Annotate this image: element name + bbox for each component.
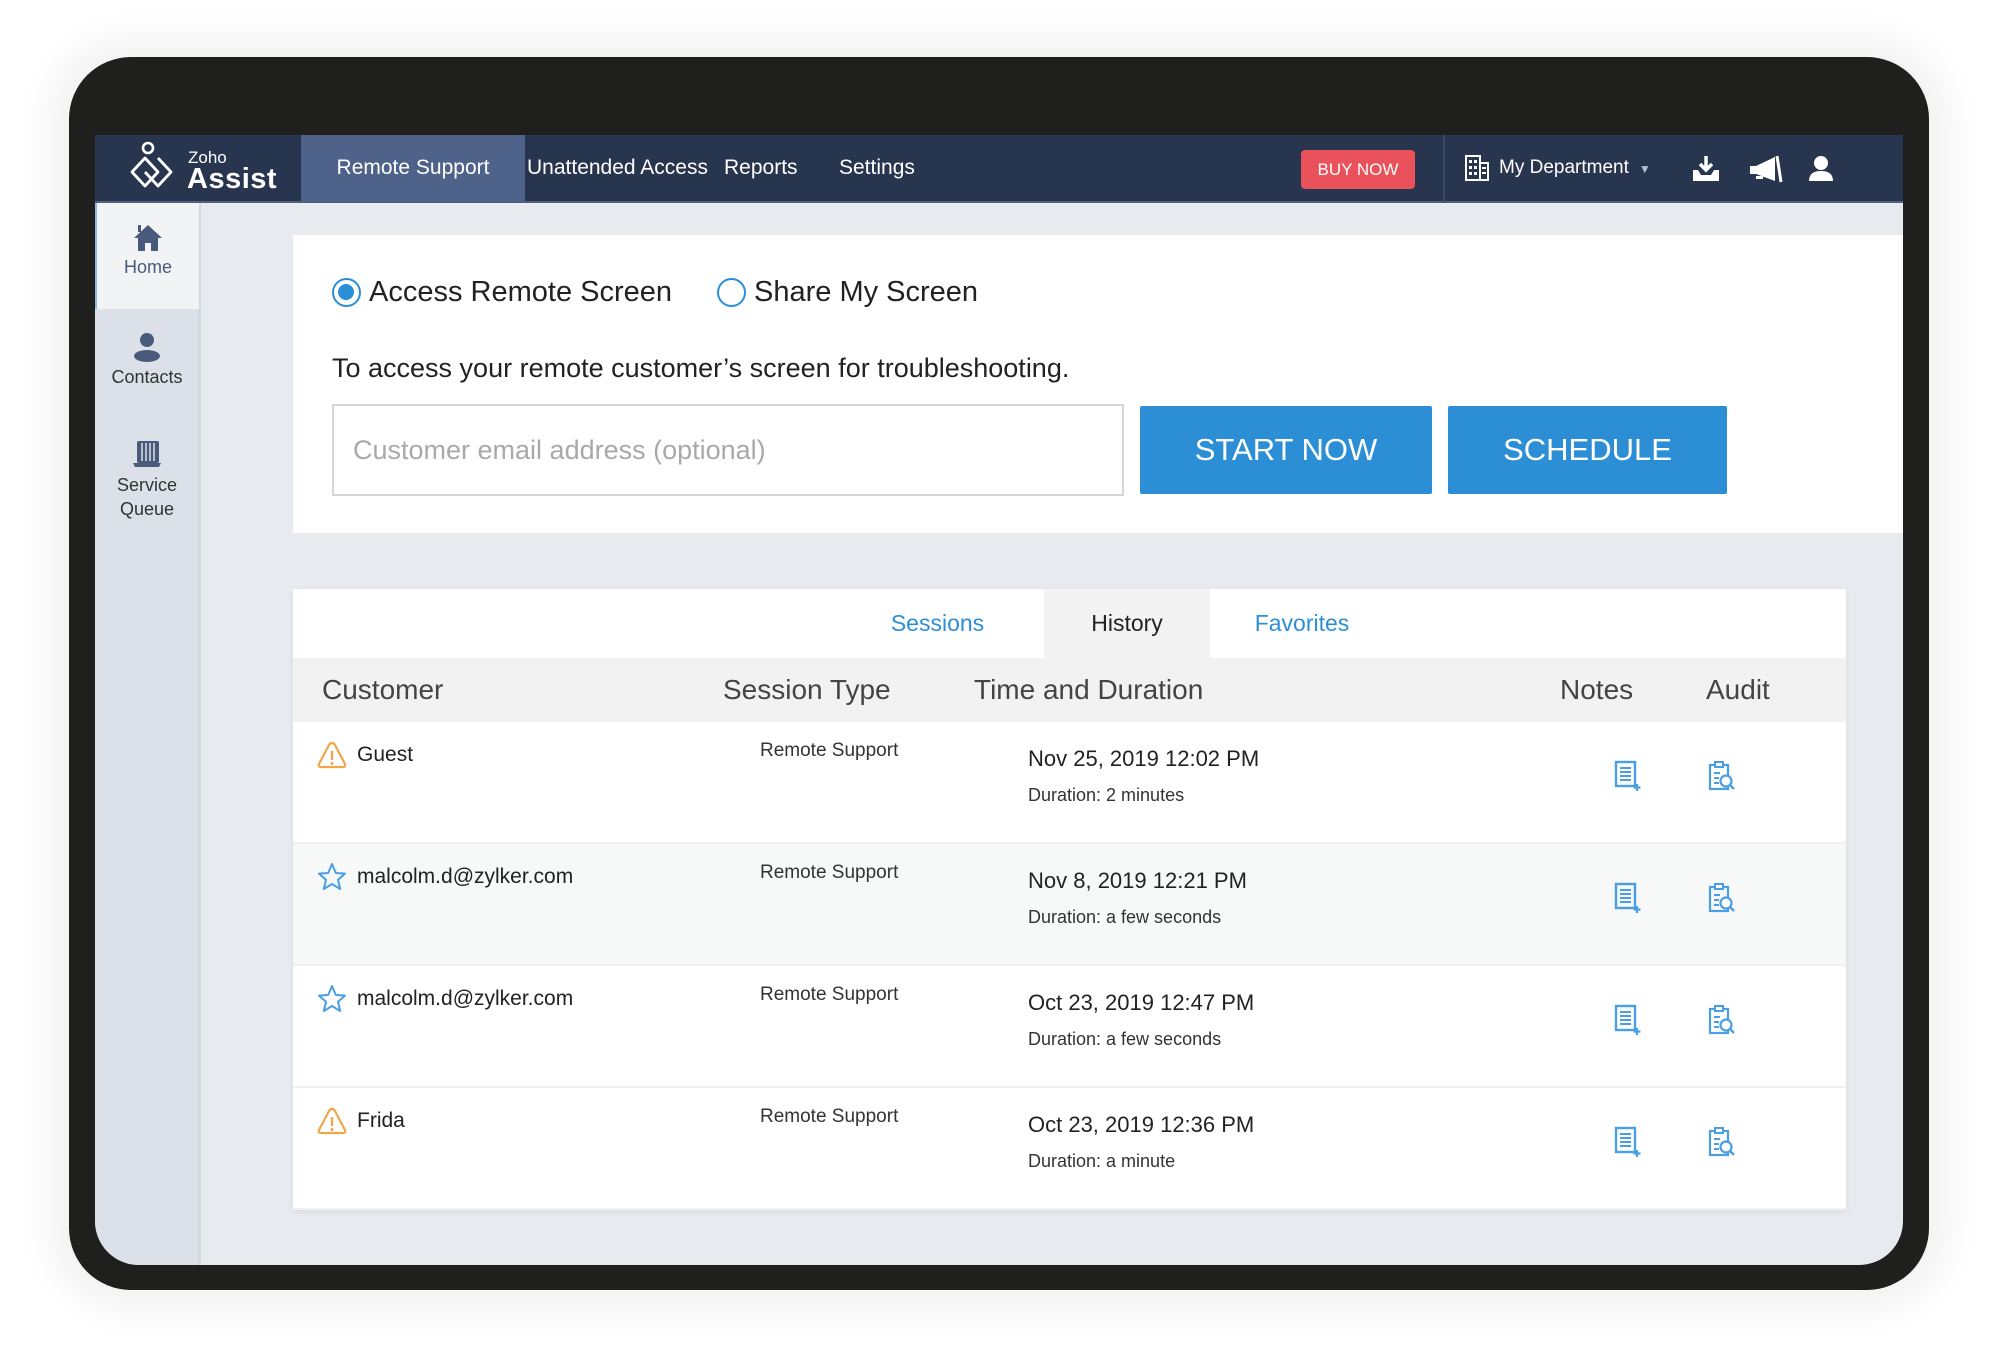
start-session-card: Access Remote Screen Share My Screen To …	[293, 235, 1903, 533]
table-row[interactable]: Frida Remote Support Oct 23, 2019 12:36 …	[293, 1088, 1846, 1210]
customer-name: Frida	[357, 1109, 405, 1132]
caret-down-icon: ▼	[1638, 162, 1651, 176]
session-time: Nov 25, 2019 12:02 PM	[1028, 746, 1260, 771]
department-label: My Department	[1499, 157, 1629, 178]
customer-name: malcolm.d@zylker.com	[357, 987, 574, 1010]
session-duration: Duration: a few seconds	[1028, 907, 1222, 927]
session-type: Remote Support	[760, 1106, 899, 1127]
column-header-audit: Audit	[1706, 674, 1770, 705]
radio-access-remote-screen[interactable]: Access Remote Screen	[332, 275, 672, 309]
tab-sessions[interactable]: Sessions	[878, 589, 997, 658]
session-type: Remote Support	[760, 984, 899, 1005]
sidebar: Home Contacts Service Queue	[95, 203, 201, 1265]
department-selector[interactable]: My Department ▼	[1465, 135, 1651, 201]
session-time: Oct 23, 2019 12:36 PM	[1028, 1112, 1255, 1137]
session-duration: Duration: a minute	[1028, 1151, 1176, 1171]
radio-label: Share My Screen	[754, 275, 979, 308]
column-header-session-type[interactable]: Session Type	[723, 658, 891, 722]
customer-email-input[interactable]	[332, 404, 1124, 496]
customer-name: Guest	[357, 743, 414, 766]
session-duration: Duration: a few seconds	[1028, 1029, 1222, 1049]
sidebar-item-home[interactable]: Home	[95, 203, 199, 309]
notes-icon[interactable]	[1613, 1004, 1643, 1036]
radio-unselected-icon	[717, 277, 746, 307]
session-description: To access your remote customer’s screen …	[332, 353, 1070, 383]
customer-cell: Frida	[317, 1106, 405, 1136]
user-profile-icon[interactable]	[1807, 153, 1835, 185]
audit-icon[interactable]	[1707, 760, 1737, 792]
sidebar-item-contacts[interactable]: Contacts	[95, 321, 199, 411]
session-type: Remote Support	[760, 740, 899, 761]
session-duration: Duration: 2 minutes	[1028, 785, 1185, 805]
sidebar-item-service-queue[interactable]: Service Queue	[95, 431, 199, 541]
sidebar-item-label: Queue	[119, 499, 175, 519]
schedule-button[interactable]: SCHEDULE	[1448, 406, 1727, 494]
customer-name: malcolm.d@zylker.com	[357, 865, 574, 888]
warning-icon[interactable]	[317, 740, 347, 770]
table-row[interactable]: malcolm.d@zylker.com Remote Support Nov …	[293, 844, 1846, 966]
radio-share-my-screen[interactable]: Share My Screen	[717, 275, 978, 309]
session-time: Nov 8, 2019 12:21 PM	[1028, 868, 1247, 893]
table-row[interactable]: malcolm.d@zylker.com Remote Support Oct …	[293, 966, 1846, 1088]
zoho-assist-logo[interactable]: Zoho Assist	[125, 141, 285, 197]
buy-now-button[interactable]: BUY NOW	[1301, 150, 1415, 189]
notes-icon[interactable]	[1613, 882, 1643, 914]
customer-cell: malcolm.d@zylker.com	[317, 862, 573, 892]
contact-icon	[134, 333, 160, 362]
star-icon[interactable]	[317, 984, 347, 1014]
tab-favorites[interactable]: Favorites	[1237, 589, 1367, 658]
customer-cell: Guest	[317, 740, 413, 770]
sidebar-item-label: Contacts	[111, 367, 183, 387]
audit-icon[interactable]	[1707, 1004, 1737, 1036]
top-navbar: Zoho Assist ⌄ Remote Support Unattended …	[95, 135, 1903, 203]
start-now-button[interactable]: START NOW	[1140, 406, 1432, 494]
building-icon	[1465, 154, 1489, 181]
warning-icon[interactable]	[317, 1106, 347, 1136]
nav-remote-support[interactable]: Remote Support	[301, 135, 525, 201]
star-icon[interactable]	[317, 862, 347, 892]
notes-icon[interactable]	[1613, 760, 1643, 792]
table-header: Customer Session Type Time and Duration …	[293, 658, 1846, 722]
column-header-time-duration[interactable]: Time and Duration	[974, 658, 1203, 722]
history-tabs: Sessions History Favorites	[293, 589, 1846, 658]
customer-cell: malcolm.d@zylker.com	[317, 984, 573, 1014]
column-header-customer[interactable]: Customer	[322, 658, 443, 722]
notes-icon[interactable]	[1613, 1126, 1643, 1158]
session-type: Remote Support	[760, 862, 899, 883]
session-time: Oct 23, 2019 12:47 PM	[1028, 990, 1255, 1015]
download-icon[interactable]	[1690, 153, 1722, 185]
announcement-icon[interactable]	[1747, 153, 1783, 185]
service-queue-icon	[133, 441, 161, 467]
audit-icon[interactable]	[1707, 1126, 1737, 1158]
home-icon	[134, 225, 162, 251]
audit-icon[interactable]	[1707, 882, 1737, 914]
radio-selected-icon	[332, 277, 361, 307]
session-history-card: Sessions History Favorites Customer Sess…	[293, 589, 1846, 1210]
column-header-notes: Notes	[1560, 674, 1634, 705]
app-screen: Zoho Assist ⌄ Remote Support Unattended …	[95, 135, 1903, 1265]
sidebar-item-label: Service	[116, 475, 178, 495]
radio-label: Access Remote Screen	[369, 275, 673, 308]
brand-large: Assist	[187, 163, 278, 195]
tab-history[interactable]: History	[1044, 589, 1210, 658]
assist-logo-icon	[130, 141, 173, 188]
table-row[interactable]: Guest Remote Support Nov 25, 2019 12:02 …	[293, 722, 1846, 844]
nav-settings[interactable]: Settings	[805, 135, 949, 201]
sidebar-item-label: Home	[123, 257, 172, 277]
nav-divider	[1443, 135, 1445, 203]
